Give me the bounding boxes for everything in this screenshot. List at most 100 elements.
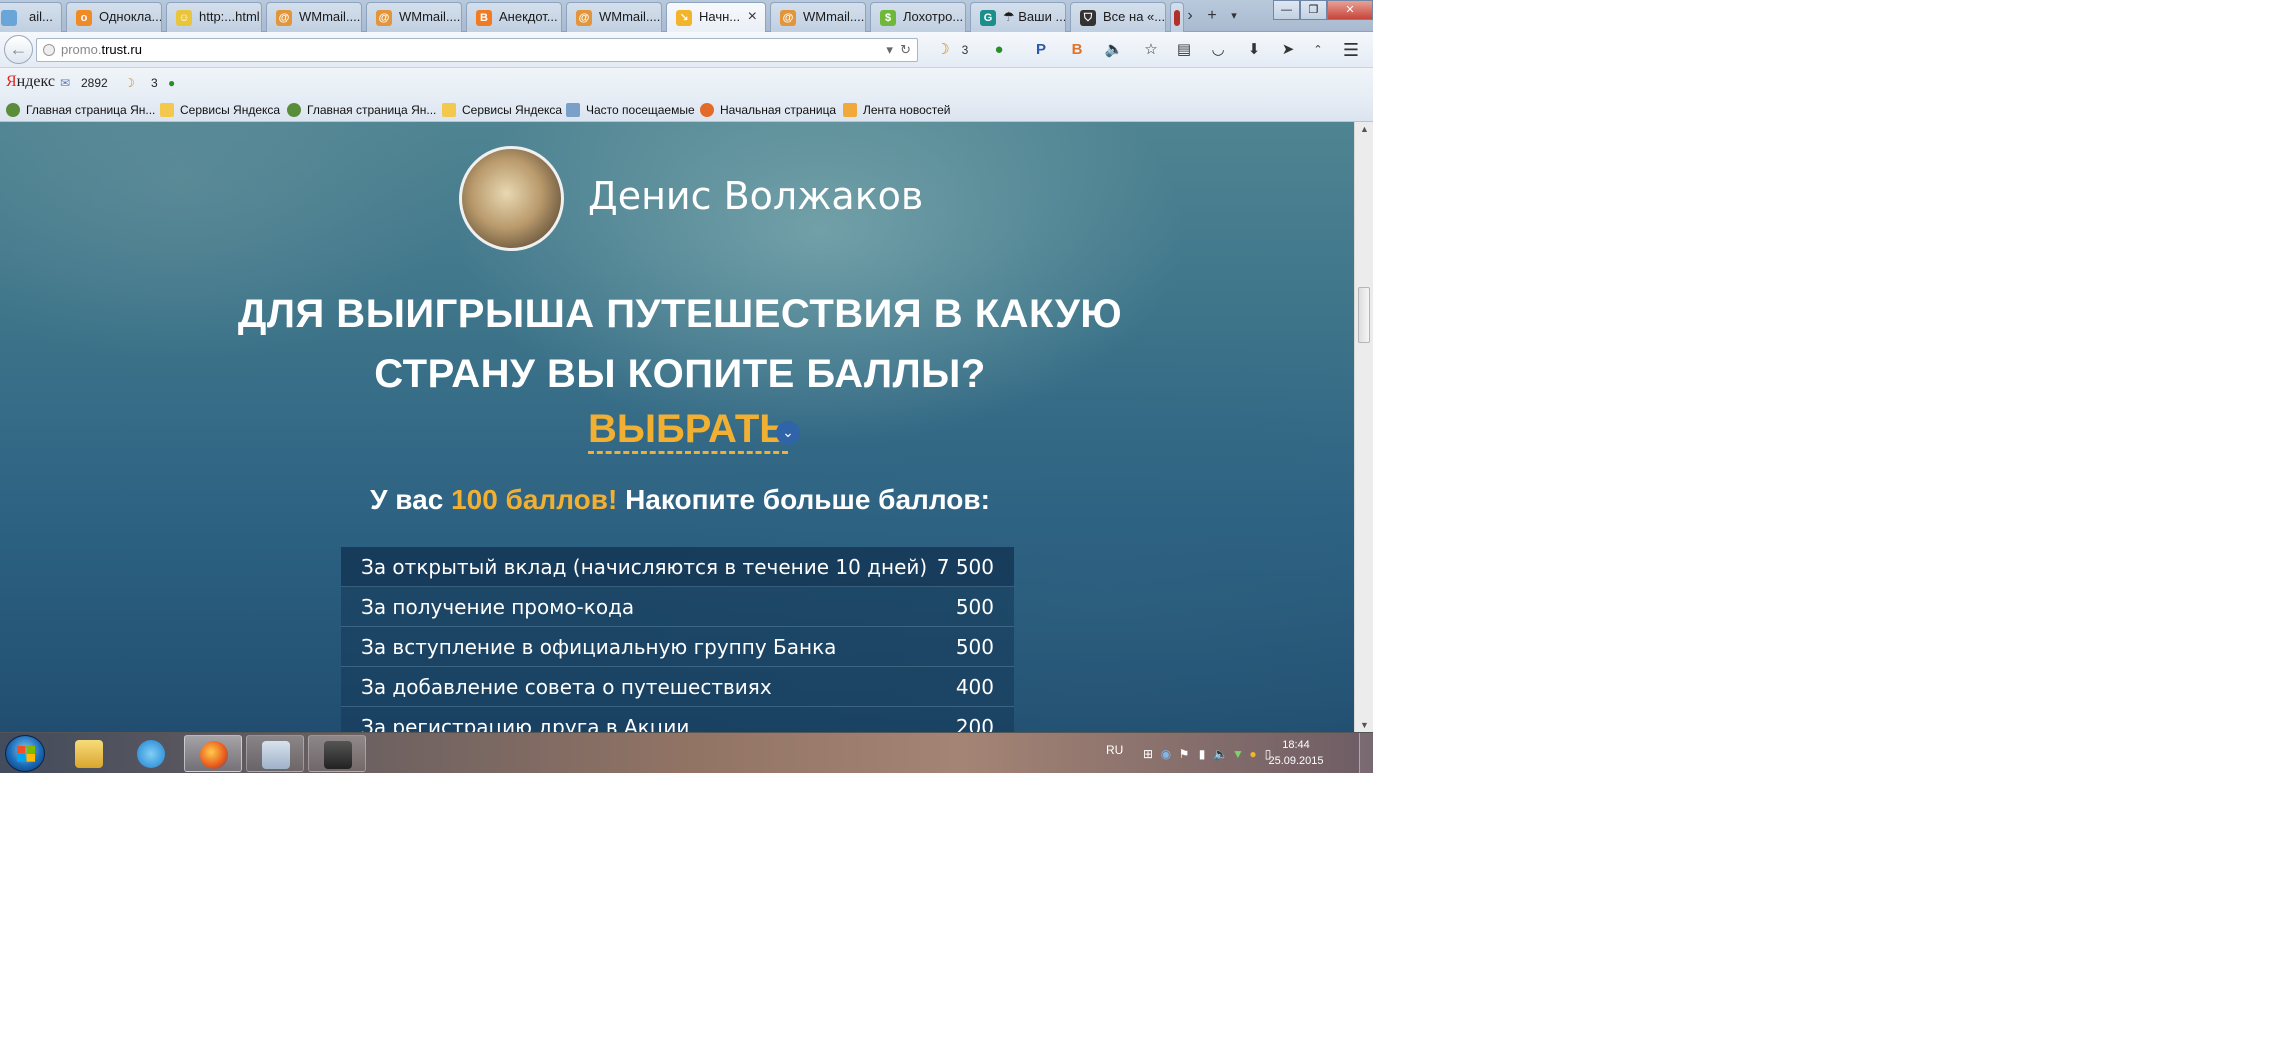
table-row: За добавление совета о путешествиях 400 [341, 667, 1014, 707]
action-center-flag-icon[interactable]: ⚑ [1177, 747, 1191, 761]
chevron-down-icon[interactable]: ⌄ [776, 421, 800, 445]
tab-10[interactable]: G ☂ Ваши ... [970, 2, 1066, 32]
firefox-icon [700, 103, 714, 117]
tab-1[interactable]: о Однокла... [66, 2, 162, 32]
scroll-up-icon[interactable]: ▲ [1355, 124, 1373, 134]
mail-count[interactable]: 2892 [81, 75, 108, 91]
maximize-icon[interactable]: ❐ [1300, 0, 1327, 20]
page-headline: ДЛЯ ВЫИГРЫША ПУТЕШЕСТВИЯ В КАКУЮ СТРАНУ … [200, 284, 1160, 404]
history-dropdown-icon[interactable]: ▾ [886, 42, 893, 57]
weather-icon[interactable]: ☽ [124, 75, 135, 91]
wmmail-icon: @ [376, 10, 392, 26]
shield-icon: ⛉ [1080, 10, 1096, 26]
send-icon[interactable]: ➤ [1277, 40, 1299, 60]
address-bar[interactable]: promo.trust.ru ▾ ↻ [36, 38, 918, 62]
bookmark-yandex-services-2[interactable]: Сервисы Яндекса [442, 102, 562, 118]
minimize-icon[interactable]: — [1273, 0, 1300, 20]
tab-label: ☂ Ваши ... [1003, 9, 1066, 24]
language-indicator[interactable]: RU [1106, 743, 1123, 757]
green-leaf-icon[interactable]: ● [988, 40, 1010, 60]
yandex-logo[interactable]: Яндекс [6, 73, 55, 91]
download-icon[interactable]: ⬇ [1243, 40, 1265, 60]
row-points: 500 [955, 595, 994, 619]
tab-11[interactable]: ⛉ Все на «... [1070, 2, 1166, 32]
show-desktop-button[interactable] [1359, 733, 1373, 773]
points-summary: У вас 100 баллов! Накопите больше баллов… [200, 484, 1160, 516]
bookmark-yandex-home-1[interactable]: Главная страница Ян... [6, 102, 155, 118]
clipboard-icon[interactable]: ▤ [1173, 40, 1195, 60]
back-button[interactable]: ← [4, 35, 33, 64]
clock-date: 25.09.2015 [1268, 755, 1324, 767]
new-tab-icon[interactable]: + [1200, 4, 1224, 28]
tab-2[interactable]: ☺ http:...html [166, 2, 262, 32]
chevron-up-icon[interactable]: ⌃ [1307, 40, 1329, 60]
tab-6[interactable]: @ WMmail.... [566, 2, 662, 32]
clock[interactable]: 18:44 25.09.2015 [1261, 737, 1331, 769]
yandex-logo-letter: Я [6, 73, 17, 90]
avatar[interactable] [459, 146, 564, 251]
taskbar-firefox[interactable] [184, 735, 242, 772]
reload-icon[interactable]: ↻ [900, 42, 911, 57]
tab-8[interactable]: @ WMmail.... [770, 2, 866, 32]
page-scrollbar[interactable]: ▲ ▼ [1354, 122, 1373, 732]
clock-time: 18:44 [1282, 739, 1310, 751]
tab-3[interactable]: @ WMmail.... [266, 2, 362, 32]
tab-0[interactable]: ail... [0, 2, 62, 32]
globe-icon [287, 103, 301, 117]
folder-icon [160, 103, 174, 117]
bookmark-label: Сервисы Яндекса [180, 103, 281, 117]
tab-5[interactable]: B Анекдот... [466, 2, 562, 32]
sound-icon[interactable]: 🔈 [1103, 40, 1125, 60]
scroll-tabs-right-icon[interactable]: › [1178, 4, 1202, 28]
bookmark-label: Сервисы Яндекса [462, 103, 563, 117]
p-extension-icon[interactable]: P [1030, 40, 1052, 60]
globe-icon [43, 44, 55, 56]
taskbar-world-of-tanks[interactable] [308, 735, 366, 772]
tab-list-chevron-icon[interactable]: ▾ [1222, 4, 1246, 28]
pocket-icon[interactable]: ◡ [1207, 40, 1229, 60]
windows-icon[interactable]: ⊞ [1141, 747, 1155, 761]
scroll-down-icon[interactable]: ▼ [1355, 720, 1373, 730]
yandex-toolbar: Яндекс ✉ 2892 ☽ 3 ● [0, 68, 1373, 98]
green-leaf-icon[interactable]: ● [168, 75, 175, 91]
scrollbar-thumb[interactable] [1358, 287, 1370, 343]
weather-count[interactable]: 3 [151, 75, 158, 91]
bookmark-most-visited[interactable]: Часто посещаемые [566, 102, 695, 118]
mail-icon[interactable]: ✉ [60, 75, 70, 91]
start-button[interactable] [5, 735, 45, 772]
headline-line-2: СТРАНУ ВЫ КОПИТЕ БАЛЛЫ? [374, 352, 986, 396]
close-window-icon[interactable]: ✕ [1327, 0, 1373, 20]
bookmark-label: Часто посещаемые [586, 103, 695, 117]
tab-label: WMmail.... [599, 9, 661, 24]
yandex-weather-icon[interactable]: ☽ [932, 40, 954, 60]
signal-icon[interactable]: ▮ [1195, 747, 1209, 761]
bookmark-yandex-home-2[interactable]: Главная страница Ян... [287, 102, 436, 118]
taskbar-explorer[interactable] [60, 735, 118, 772]
usb-device-icon[interactable]: ▼ [1231, 747, 1245, 761]
tab-label: ail... [29, 9, 53, 24]
mail-icon [1, 10, 17, 26]
table-row: За открытый вклад (начисляются в течение… [341, 547, 1014, 587]
tab-label: Все на «... [1103, 9, 1166, 24]
orange-extension-icon[interactable]: B [1066, 40, 1088, 60]
tab-4[interactable]: @ WMmail.... [366, 2, 462, 32]
tab-label: Анекдот... [499, 9, 558, 24]
points-table: За открытый вклад (начисляются в течение… [341, 547, 1014, 732]
yandex-tray-icon[interactable]: ● [1246, 747, 1260, 761]
bookmark-yandex-services-1[interactable]: Сервисы Яндекса [160, 102, 280, 118]
volume-icon[interactable]: 🔈 [1213, 747, 1228, 761]
network-globe-icon[interactable]: ◉ [1159, 747, 1173, 761]
tab-7-active[interactable]: ↘ Начн... × [666, 2, 766, 33]
star-bookmark-icon[interactable]: ☆ [1140, 40, 1162, 60]
yandex-logo-rest: ндекс [16, 73, 55, 90]
taskbar-internet-explorer[interactable] [122, 735, 180, 772]
choose-country-link[interactable]: ВЫБРАТЬ [588, 407, 789, 454]
url-host: trust.ru [101, 42, 142, 57]
close-tab-icon[interactable]: × [748, 3, 757, 31]
windows-logo-icon [17, 746, 35, 762]
tab-9[interactable]: $ Лохотро... [870, 2, 966, 32]
bookmark-start-page[interactable]: Начальная страница [700, 102, 836, 118]
bookmark-news-feed[interactable]: Лента новостей [843, 102, 951, 118]
menu-icon[interactable]: ☰ [1340, 40, 1362, 60]
taskbar-calculator[interactable] [246, 735, 304, 772]
